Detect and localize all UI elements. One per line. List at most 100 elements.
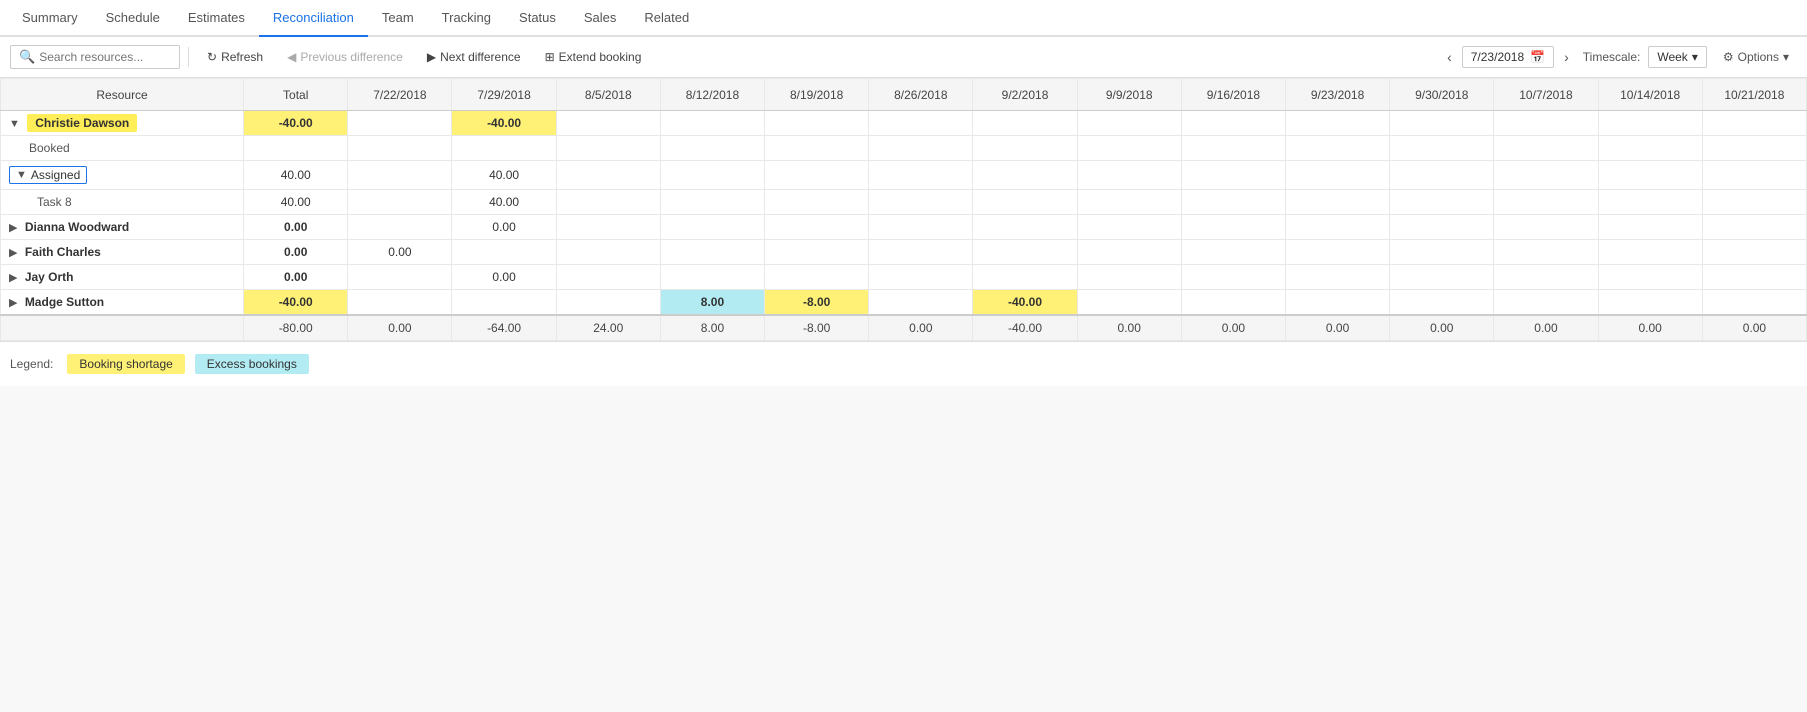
table-row: Task 8 40.00 40.00 <box>1 190 1807 215</box>
total-923: 0.00 <box>1285 315 1389 341</box>
date-cell: 40.00 <box>244 190 348 215</box>
next-icon: ▶ <box>427 50 436 64</box>
date-cell <box>973 240 1077 265</box>
nav-reconciliation[interactable]: Reconciliation <box>259 0 368 37</box>
date-cell <box>1598 215 1702 240</box>
resource-label: Faith Charles <box>25 245 101 259</box>
nav-schedule[interactable]: Schedule <box>92 0 174 37</box>
date-cell <box>1181 290 1285 316</box>
totals-row: -80.00 0.00 -64.00 24.00 8.00 -8.00 0.00… <box>1 315 1807 341</box>
date-cell <box>1390 290 1494 316</box>
resource-name-cell[interactable]: ▶ Madge Sutton <box>1 290 244 316</box>
col-header-930: 9/30/2018 <box>1390 79 1494 111</box>
date-cell <box>973 190 1077 215</box>
date-cell <box>1077 215 1181 240</box>
date-cell <box>1494 290 1598 316</box>
total-729: -64.00 <box>452 315 556 341</box>
next-difference-button[interactable]: ▶ Next difference <box>417 46 531 68</box>
date-cell <box>660 161 764 190</box>
col-header-722: 7/22/2018 <box>348 79 452 111</box>
refresh-button[interactable]: ↻ Refresh <box>197 46 273 68</box>
refresh-label: Refresh <box>221 50 263 64</box>
table-row: Booked <box>1 136 1807 161</box>
total-722: 0.00 <box>348 315 452 341</box>
date-cell <box>1181 161 1285 190</box>
date-box: 7/23/2018 📅 <box>1462 46 1554 68</box>
total-107: 0.00 <box>1494 315 1598 341</box>
extend-booking-button[interactable]: ⊞ Extend booking <box>535 46 652 68</box>
search-input[interactable] <box>39 50 169 64</box>
date-cell <box>765 111 869 136</box>
date-cell <box>1181 190 1285 215</box>
search-box[interactable]: 🔍 <box>10 45 180 69</box>
resource-name-cell[interactable]: ▶ Dianna Woodward <box>1 215 244 240</box>
date-cell <box>765 265 869 290</box>
chevron-down-icon: ▾ <box>1692 50 1698 64</box>
date-cell <box>1390 161 1494 190</box>
table-row: ▶ Faith Charles 0.00 0.00 <box>1 240 1807 265</box>
date-cell <box>1285 290 1389 316</box>
total-1014: 0.00 <box>1598 315 1702 341</box>
date-nav: ‹ 7/23/2018 📅 › <box>1441 46 1575 68</box>
resource-name-cell[interactable]: ▶ Faith Charles <box>1 240 244 265</box>
resource-name-cell[interactable]: ▼ Christie Dawson <box>1 111 244 136</box>
chevron-down-icon: ▼ <box>16 169 27 181</box>
table-row: ▶ Jay Orth 0.00 0.00 <box>1 265 1807 290</box>
date-cell <box>1494 136 1598 161</box>
date-next-button[interactable]: › <box>1558 47 1575 67</box>
nav-summary[interactable]: Summary <box>8 0 92 37</box>
nav-team[interactable]: Team <box>368 0 428 37</box>
date-prev-button[interactable]: ‹ <box>1441 47 1458 67</box>
date-cell: 40.00 <box>244 161 348 190</box>
total-cell: 0.00 <box>244 240 348 265</box>
date-cell <box>660 190 764 215</box>
table-row: ▶ Madge Sutton -40.00 8.00 -8.00 -40.00 <box>1 290 1807 316</box>
total-930: 0.00 <box>1390 315 1494 341</box>
date-cell <box>660 265 764 290</box>
date-cell <box>660 215 764 240</box>
col-header-resource: Resource <box>1 79 244 111</box>
date-cell <box>1494 215 1598 240</box>
assigned-cell[interactable]: ▼ Assigned <box>1 161 244 190</box>
nav-estimates[interactable]: Estimates <box>174 0 259 37</box>
date-cell <box>869 136 973 161</box>
resource-name-cell[interactable]: ▶ Jay Orth <box>1 265 244 290</box>
legend-label: Legend: <box>10 357 53 371</box>
date-cell <box>1181 240 1285 265</box>
options-button[interactable]: ⚙ Options ▾ <box>1715 47 1797 67</box>
nav-tracking[interactable]: Tracking <box>428 0 505 37</box>
col-header-729: 7/29/2018 <box>452 79 556 111</box>
prev-difference-button[interactable]: ◀ Previous difference <box>277 46 413 68</box>
timescale-select[interactable]: Week ▾ <box>1648 46 1707 68</box>
date-cell <box>1390 111 1494 136</box>
date-cell <box>1181 136 1285 161</box>
date-cell <box>1077 161 1181 190</box>
date-cell <box>765 215 869 240</box>
total-cell: -40.00 <box>244 290 348 316</box>
date-cell <box>869 190 973 215</box>
resource-label: Jay Orth <box>25 270 74 284</box>
date-cell <box>1285 161 1389 190</box>
nav-sales[interactable]: Sales <box>570 0 631 37</box>
nav-status[interactable]: Status <box>505 0 570 37</box>
date-cell-729: -40.00 <box>452 111 556 136</box>
date-cell <box>1285 215 1389 240</box>
total-99: 0.00 <box>1077 315 1181 341</box>
refresh-icon: ↻ <box>207 50 217 64</box>
search-icon: 🔍 <box>19 49 35 65</box>
col-header-92: 9/2/2018 <box>973 79 1077 111</box>
nav-related[interactable]: Related <box>630 0 703 37</box>
date-cell <box>765 136 869 161</box>
date-cell <box>556 240 660 265</box>
options-chevron-icon: ▾ <box>1783 50 1789 64</box>
total-916: 0.00 <box>1181 315 1285 341</box>
extend-icon: ⊞ <box>545 50 555 64</box>
date-cell <box>1702 161 1806 190</box>
timescale-value: Week <box>1657 50 1687 64</box>
date-cell <box>973 215 1077 240</box>
resource-label: Madge Sutton <box>25 295 104 309</box>
table-row: ▼ Christie Dawson -40.00 -40.00 <box>1 111 1807 136</box>
legend-booking-shortage: Booking shortage <box>67 354 184 374</box>
task-label: Task 8 <box>1 190 244 215</box>
toolbar-right: ‹ 7/23/2018 📅 › Timescale: Week ▾ ⚙ Opti… <box>1441 46 1797 68</box>
